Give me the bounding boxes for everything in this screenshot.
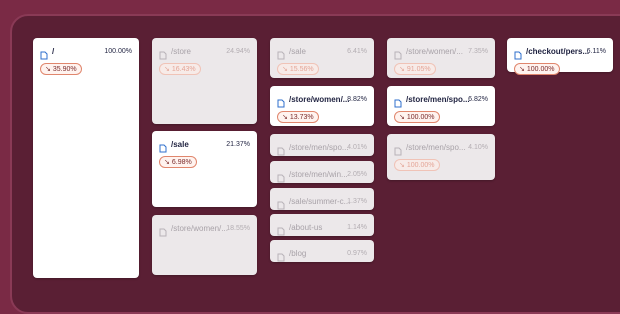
trend-down-icon: ↘ (519, 66, 525, 73)
node-percentage: 8.82% (347, 95, 367, 103)
node-path: /store/men/spo... (289, 142, 349, 152)
change-value: 13.73% (289, 113, 314, 121)
change-badge: ↘ 6.98% (159, 156, 197, 168)
flow-node-store-women-3[interactable]: /store/women/... 7.35% ↘ 91.05% (387, 38, 495, 78)
flow-node-store-women-1[interactable]: /store/women/... 18.55% (152, 215, 257, 275)
page-icon (277, 223, 285, 235)
flow-node-checkout[interactable]: /checkout/pers... 6.11% ↘ 100.00% (507, 38, 613, 75)
trend-down-icon: ↘ (164, 159, 170, 166)
change-badge: ↘ 16.43% (159, 63, 201, 75)
page-icon (277, 249, 285, 261)
page-icon (394, 47, 402, 59)
node-percentage: 18.55% (226, 224, 250, 232)
change-badge: ↘ 35.90% (40, 63, 82, 75)
page-icon (394, 143, 402, 155)
node-percentage: 1.14% (347, 223, 367, 231)
trend-down-icon: ↘ (399, 114, 405, 121)
page-icon (159, 224, 167, 236)
node-path: /store/men/win... (289, 169, 348, 179)
page-icon (277, 197, 285, 209)
node-path: /checkout/pers... (526, 46, 590, 56)
page-icon (159, 140, 167, 152)
change-badge: ↘ 100.00% (394, 159, 440, 171)
node-percentage: 4.10% (468, 143, 488, 151)
node-percentage: 24.94% (226, 47, 250, 55)
trend-down-icon: ↘ (399, 66, 405, 73)
flow-node-sale-2[interactable]: /sale 6.41% ↘ 15.56% (270, 38, 374, 78)
node-path: /store/men/spo... (406, 94, 470, 104)
node-path: /store/women/... (289, 94, 350, 104)
flow-node-sale[interactable]: /sale 21.37% ↘ 6.98% (152, 131, 257, 207)
node-percentage: 1.37% (347, 197, 367, 205)
node-path: /sale (289, 46, 306, 56)
trend-down-icon: ↘ (164, 66, 170, 73)
page-icon (277, 170, 285, 182)
change-badge: ↘ 15.56% (277, 63, 319, 75)
node-path: /blog (289, 248, 307, 258)
page-icon (159, 47, 167, 59)
change-value: 100.00% (406, 161, 435, 169)
change-value: 91.05% (406, 65, 431, 73)
trend-down-icon: ↘ (399, 162, 405, 169)
flow-node-store-women-2[interactable]: /store/women/... 8.82% ↘ 13.73% (270, 86, 374, 126)
node-percentage: 6.41% (347, 47, 367, 55)
flow-node-sale-summer[interactable]: /sale/summer-c... 1.37% (270, 188, 374, 210)
node-percentage: 2.05% (347, 170, 367, 178)
change-value: 6.98% (171, 158, 192, 166)
flow-node-store-men-win[interactable]: /store/men/win... 2.05% (270, 161, 374, 183)
page-icon (277, 143, 285, 155)
change-value: 15.56% (289, 65, 314, 73)
page-icon (514, 47, 522, 59)
node-percentage: 0.97% (347, 249, 367, 257)
change-badge: ↘ 91.05% (394, 63, 436, 75)
flow-node-store[interactable]: /store 24.94% ↘ 16.43% (152, 38, 257, 124)
flow-node-store-men-spo-3[interactable]: /store/men/spo... 4.10% ↘ 100.00% (387, 134, 495, 180)
flow-node-blog[interactable]: /blog 0.97% (270, 240, 374, 262)
node-path: /store/women/... (171, 223, 228, 233)
change-value: 16.43% (171, 65, 196, 73)
node-percentage: 21.37% (226, 140, 250, 148)
change-badge: ↘ 100.00% (394, 111, 440, 123)
node-percentage: 100.00% (104, 47, 132, 55)
flow-node-about-us[interactable]: /about-us 1.14% (270, 214, 374, 236)
page-icon (40, 47, 48, 59)
flow-node-store-men-spo-1[interactable]: /store/men/spo... 4.01% (270, 134, 374, 156)
node-path: /store/women/... (406, 46, 463, 56)
node-path: /sale/summer-c... (289, 196, 351, 206)
node-percentage: 6.11% (586, 47, 606, 55)
trend-down-icon: ↘ (282, 114, 288, 121)
node-percentage: 4.01% (347, 143, 367, 151)
node-percentage: 7.35% (468, 47, 488, 55)
node-path: /store/men/spo... (406, 142, 466, 152)
node-path: /about-us (289, 222, 323, 232)
node-path: /store (171, 46, 192, 56)
page-icon (277, 47, 285, 59)
flow-node-root[interactable]: / 100.00% ↘ 35.90% (33, 38, 139, 278)
trend-down-icon: ↘ (282, 66, 288, 73)
page-icon (277, 95, 285, 107)
flow-node-store-men-spo-2[interactable]: /store/men/spo... 6.82% ↘ 100.00% (387, 86, 495, 126)
node-path: /sale (171, 139, 189, 149)
change-badge: ↘ 13.73% (277, 111, 319, 123)
change-value: 100.00% (406, 113, 435, 121)
change-badge: ↘ 100.00% (514, 63, 560, 75)
page-icon (394, 95, 402, 107)
node-percentage: 6.82% (468, 95, 488, 103)
change-value: 35.90% (52, 65, 77, 73)
node-path: / (52, 46, 55, 56)
change-value: 100.00% (526, 65, 555, 73)
trend-down-icon: ↘ (45, 66, 51, 73)
